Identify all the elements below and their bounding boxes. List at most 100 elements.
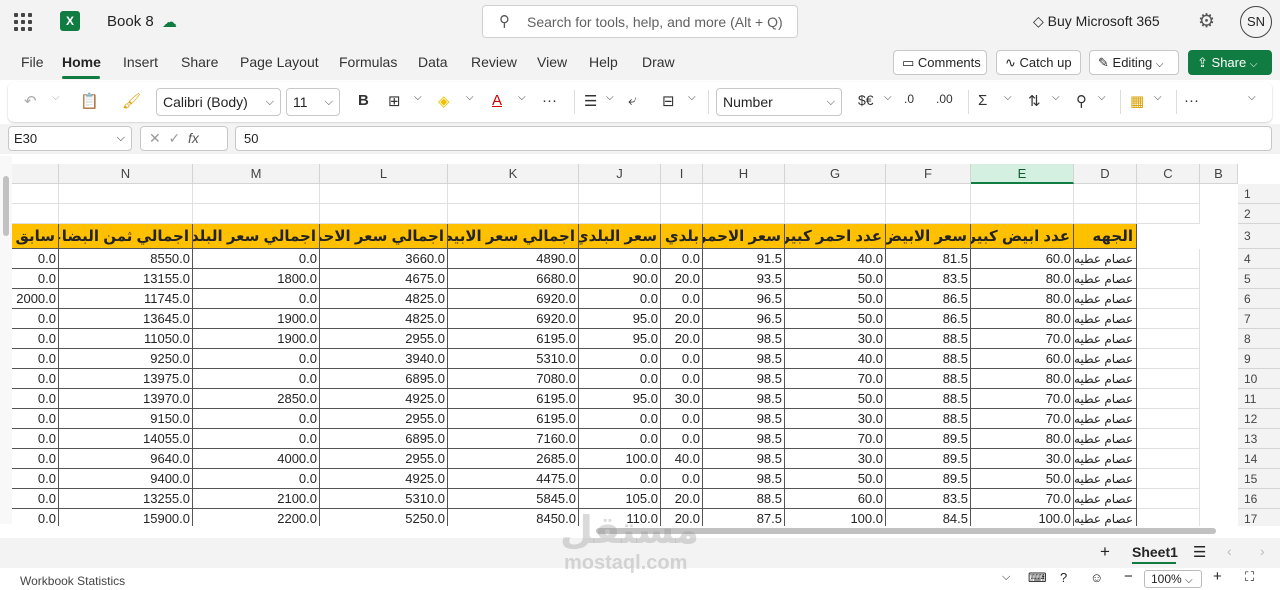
currency-icon[interactable]: $€ <box>858 92 874 108</box>
table-cell[interactable]: 86.5 <box>886 289 971 309</box>
gear-icon[interactable]: ⚙ <box>1198 10 1215 33</box>
table-cell[interactable]: 50.0 <box>785 389 886 409</box>
table-cell[interactable]: 0.0 <box>12 329 59 349</box>
table-cell[interactable]: عصام عطيه <box>1074 269 1137 289</box>
empty-cell[interactable] <box>1137 289 1200 309</box>
tab-file[interactable]: File <box>21 54 44 70</box>
tab-formulas[interactable]: Formulas <box>339 54 397 70</box>
table-cell[interactable]: 80.0 <box>971 269 1074 289</box>
catch-up-button[interactable]: ∿ Catch up <box>996 50 1081 75</box>
chevron-down-icon[interactable]: ⌵ <box>466 92 474 103</box>
table-cell[interactable]: 5310.0 <box>448 349 579 369</box>
chevron-down-icon[interactable]: ⌵ <box>1052 92 1060 103</box>
table-cell[interactable]: 0.0 <box>661 469 703 489</box>
table-cell[interactable]: 2200.0 <box>193 509 320 526</box>
table-cell[interactable]: 80.0 <box>971 289 1074 309</box>
fullscreen-icon[interactable]: ⛶ <box>1245 569 1254 585</box>
table-cell[interactable]: 0.0 <box>579 469 661 489</box>
table-cell[interactable]: 98.5 <box>703 349 785 369</box>
table-cell[interactable]: عصام عطيه <box>1074 489 1137 509</box>
column-header-K[interactable]: K <box>448 164 579 184</box>
table-cell[interactable]: 84.5 <box>886 509 971 526</box>
table-cell[interactable]: 0.0 <box>579 429 661 449</box>
table-cell[interactable]: 2685.0 <box>448 449 579 469</box>
vertical-scrollbar[interactable] <box>0 156 12 524</box>
empty-cell[interactable] <box>1137 449 1200 469</box>
keyboard-icon[interactable]: ⌨ <box>1028 570 1047 586</box>
table-cell[interactable]: 7080.0 <box>448 369 579 389</box>
column-header-E[interactable]: E <box>971 164 1074 184</box>
table-cell[interactable]: 0.0 <box>661 289 703 309</box>
empty-cell[interactable] <box>1137 409 1200 429</box>
table-cell[interactable]: 0.0 <box>661 409 703 429</box>
formula-input[interactable]: 50 <box>235 126 1272 151</box>
table-cell[interactable]: 4675.0 <box>320 269 448 289</box>
chevron-down-icon[interactable]: ⌵ <box>688 92 696 103</box>
table-cell[interactable]: 60.0 <box>971 349 1074 369</box>
table-cell[interactable]: عصام عطيه <box>1074 289 1137 309</box>
table-cell[interactable]: 30.0 <box>785 449 886 469</box>
table-cell[interactable]: 2100.0 <box>193 489 320 509</box>
table-cell[interactable]: 98.5 <box>703 329 785 349</box>
table-cell[interactable]: 4925.0 <box>320 469 448 489</box>
table-cell[interactable]: عصام عطيه <box>1074 429 1137 449</box>
tab-share[interactable]: Share <box>181 54 218 70</box>
sort-filter-icon[interactable]: ⇅ <box>1028 92 1041 110</box>
table-cell[interactable]: 0.0 <box>661 349 703 369</box>
table-cell[interactable]: 81.5 <box>886 249 971 269</box>
table-cell[interactable]: عصام عطيه <box>1074 249 1137 269</box>
buy-microsoft-365-link[interactable]: ◇ Buy Microsoft 365 <box>1033 13 1160 30</box>
table-cell[interactable]: 6895.0 <box>320 369 448 389</box>
table-cell[interactable]: 40.0 <box>785 349 886 369</box>
font-color-icon[interactable]: A <box>492 92 502 109</box>
table-cell[interactable]: 0.0 <box>579 409 661 429</box>
table-cell[interactable]: 88.5 <box>886 389 971 409</box>
column-header-C[interactable]: C <box>1137 164 1200 184</box>
table-cell[interactable]: 0.0 <box>661 249 703 269</box>
table-cell[interactable]: 0.0 <box>193 369 320 389</box>
chevron-down-icon[interactable]: ⌵ <box>1154 92 1162 103</box>
table-cell[interactable]: 80.0 <box>971 429 1074 449</box>
table-cell[interactable]: 60.0 <box>971 249 1074 269</box>
column-header-B[interactable]: B <box>1200 164 1238 184</box>
table-cell[interactable]: 95.0 <box>579 329 661 349</box>
table-cell[interactable]: 13975.0 <box>59 369 193 389</box>
table-cell[interactable]: 0.0 <box>12 369 59 389</box>
paste-icon[interactable]: 📋 <box>80 92 99 110</box>
empty-cell[interactable] <box>1137 369 1200 389</box>
table-cell[interactable]: 30.0 <box>785 329 886 349</box>
table-cell[interactable]: 0.0 <box>661 369 703 389</box>
header-cell[interactable]: سعر الابيض <box>886 224 971 249</box>
table-cell[interactable]: 93.5 <box>703 269 785 289</box>
tab-draw[interactable]: Draw <box>642 54 675 70</box>
empty-cell[interactable] <box>193 204 320 224</box>
empty-cell[interactable] <box>971 184 1074 204</box>
table-cell[interactable]: 0.0 <box>12 349 59 369</box>
row-header-16[interactable]: 16 <box>1238 489 1280 509</box>
more-options-icon[interactable]: ··· <box>1184 92 1199 109</box>
fill-color-icon[interactable]: ◈ <box>438 92 450 110</box>
styles-icon[interactable]: ▦ <box>1130 92 1144 110</box>
empty-cell[interactable] <box>785 204 886 224</box>
table-cell[interactable]: 88.5 <box>886 329 971 349</box>
empty-cell[interactable] <box>1137 509 1200 526</box>
table-cell[interactable]: 98.5 <box>703 369 785 389</box>
table-cell[interactable]: 9400.0 <box>59 469 193 489</box>
table-cell[interactable]: 30.0 <box>971 449 1074 469</box>
row-header-10[interactable]: 10 <box>1238 369 1280 389</box>
row-header-15[interactable]: 15 <box>1238 469 1280 489</box>
empty-cell[interactable] <box>661 184 703 204</box>
table-cell[interactable]: 9250.0 <box>59 349 193 369</box>
bold-icon[interactable]: B <box>358 92 369 109</box>
empty-cell[interactable] <box>12 184 59 204</box>
row-header-4[interactable]: 4 <box>1238 249 1280 269</box>
table-cell[interactable]: 0.0 <box>193 469 320 489</box>
row-header-1[interactable]: 1 <box>1238 184 1280 204</box>
table-cell[interactable]: 4475.0 <box>448 469 579 489</box>
table-cell[interactable]: 50.0 <box>785 469 886 489</box>
table-cell[interactable]: 86.5 <box>886 309 971 329</box>
chevron-down-icon[interactable]: ⌵ <box>1004 92 1012 103</box>
table-cell[interactable]: 0.0 <box>193 249 320 269</box>
table-cell[interactable]: 50.0 <box>971 469 1074 489</box>
chevron-down-icon[interactable]: ⌵ <box>884 92 892 103</box>
